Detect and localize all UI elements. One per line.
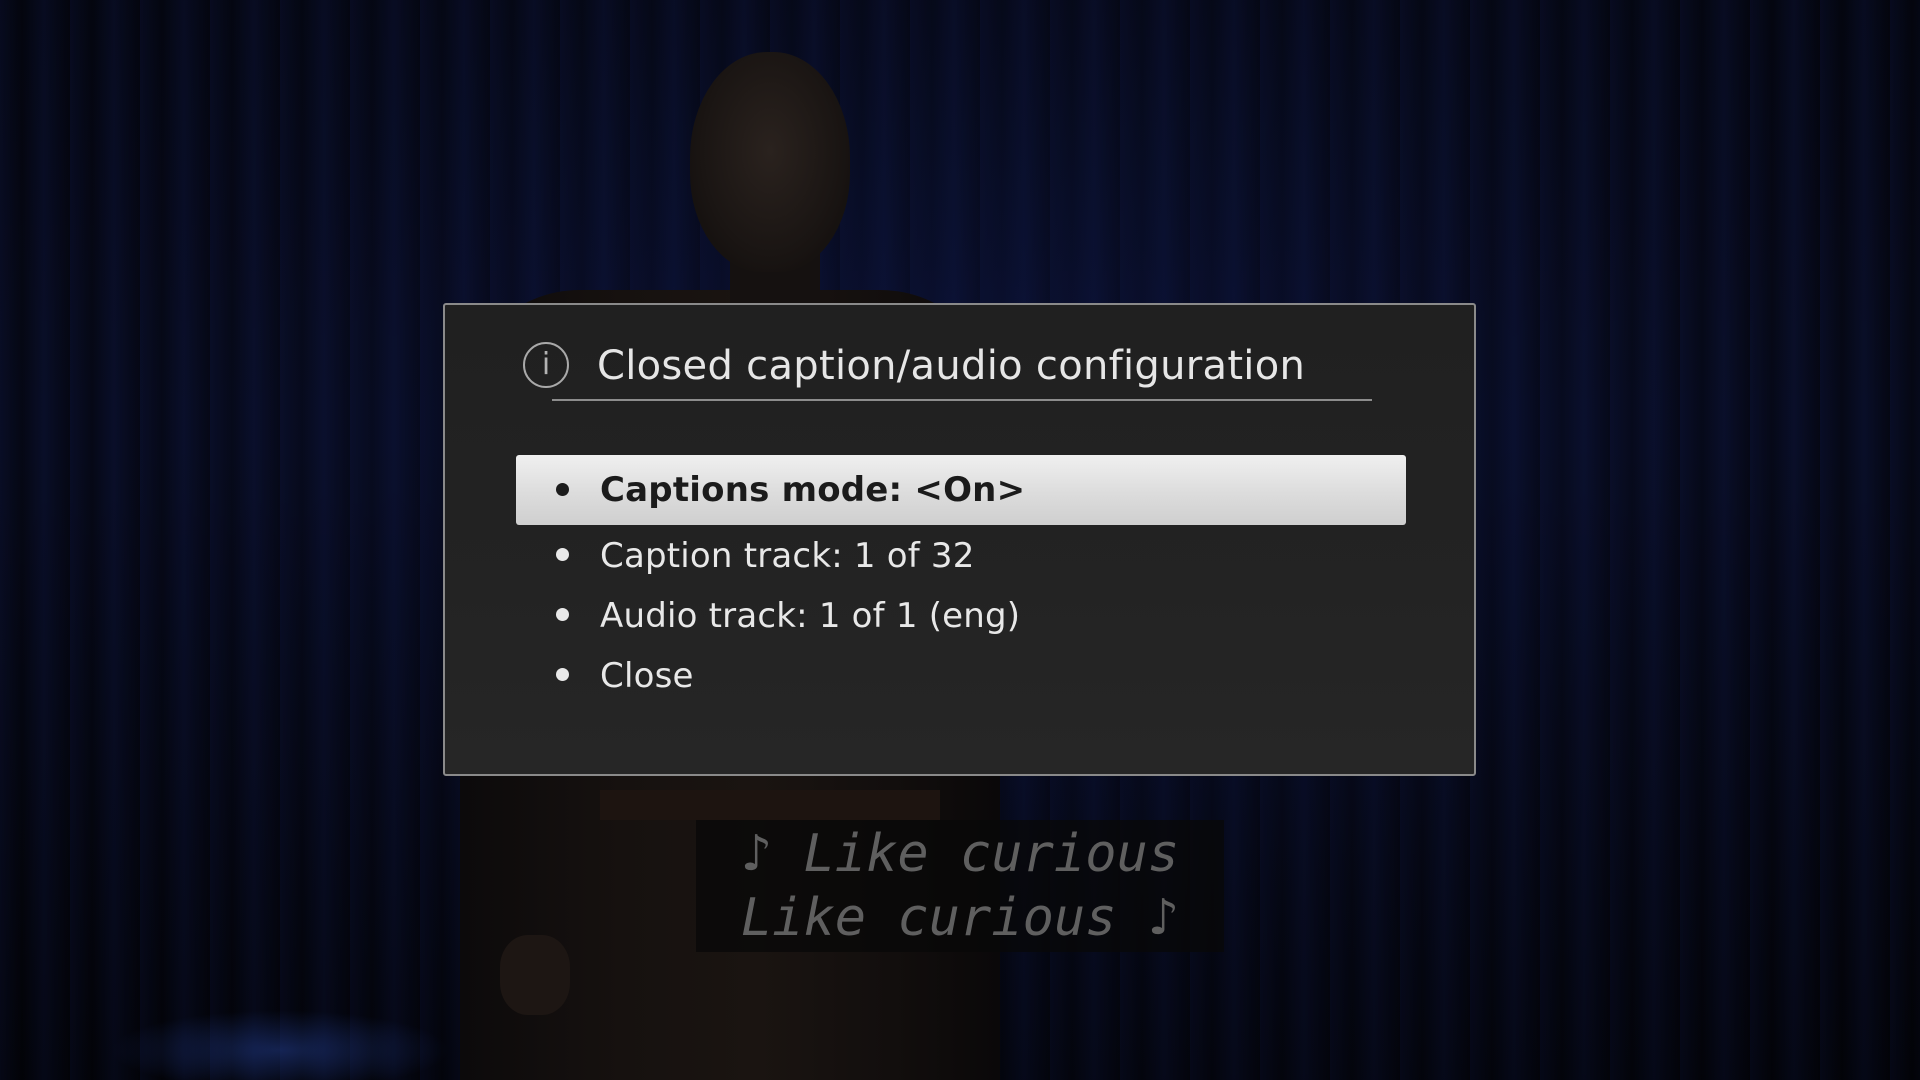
menu-item-label: Caption track: 1 of 32 [600,536,975,576]
caption-line-1: ♪ Like curious [740,824,1180,884]
menu-item-label: Captions mode: <On> [600,470,1026,510]
bullet-icon [556,483,569,496]
caption-audio-dialog: i Closed caption/audio configuration Cap… [443,303,1476,776]
menu-item-label: Audio track: 1 of 1 (eng) [600,596,1021,636]
menu-item-close[interactable]: Close [516,645,1406,705]
stage-light [110,1010,450,1080]
dialog-header: i Closed caption/audio configuration [523,335,1403,399]
menu-item-label: Close [600,656,694,696]
closed-caption-box: ♪ Like curious Like curious ♪ [696,820,1224,952]
menu-item-captions-mode[interactable]: Captions mode: <On> [516,455,1406,525]
presenter-hand [500,935,570,1015]
info-icon: i [523,342,569,388]
dialog-title: Closed caption/audio configuration [597,343,1306,389]
bullet-icon [556,548,569,561]
presenter-head [690,52,850,272]
bullet-icon [556,608,569,621]
bullet-icon [556,668,569,681]
header-divider [552,399,1372,401]
menu-item-audio-track[interactable]: Audio track: 1 of 1 (eng) [516,585,1406,645]
presenter-belt [600,790,940,820]
options-menu: Captions mode: <On> Caption track: 1 of … [516,455,1406,705]
caption-line-2: Like curious ♪ [740,888,1180,948]
menu-item-caption-track[interactable]: Caption track: 1 of 32 [516,525,1406,585]
